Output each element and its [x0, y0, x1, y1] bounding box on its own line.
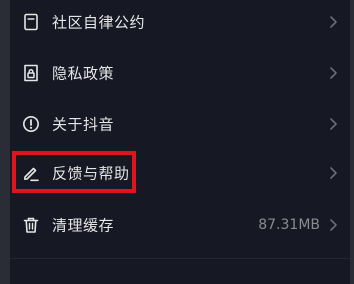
menu-item-label: 反馈与帮助: [52, 164, 130, 183]
menu-item-about-douyin[interactable]: 关于抖音: [10, 104, 350, 144]
pen-icon: [22, 164, 40, 182]
menu-item-label: 关于抖音: [52, 115, 115, 134]
menu-item-clear-cache[interactable]: 清理缓存 87.31MB: [10, 205, 350, 245]
section-divider: [10, 258, 350, 259]
right-edge: [350, 0, 354, 284]
document-icon: [22, 13, 40, 31]
chevron-right-icon: [328, 15, 338, 29]
menu-item-label: 隐私政策: [52, 64, 115, 83]
chevron-right-icon: [328, 66, 338, 80]
settings-page: 社区自律公约 隐私政策 关于抖音 反馈与帮助 清理缓存 87.31MB: [0, 0, 354, 284]
chevron-right-icon: [328, 218, 338, 232]
lock-document-icon: [22, 64, 40, 82]
menu-item-privacy-policy[interactable]: 隐私政策: [10, 53, 350, 93]
menu-item-feedback-help[interactable]: 反馈与帮助: [10, 153, 350, 193]
chevron-right-icon: [328, 166, 338, 180]
menu-item-label: 清理缓存: [52, 216, 115, 235]
chevron-right-icon: [328, 117, 338, 131]
left-edge: [0, 0, 10, 284]
info-circle-icon: [22, 115, 40, 133]
cache-size-value: 87.31MB: [258, 217, 320, 233]
trash-icon: [22, 216, 40, 234]
menu-item-community-guidelines[interactable]: 社区自律公约: [10, 2, 350, 42]
menu-item-label: 社区自律公约: [52, 13, 146, 32]
